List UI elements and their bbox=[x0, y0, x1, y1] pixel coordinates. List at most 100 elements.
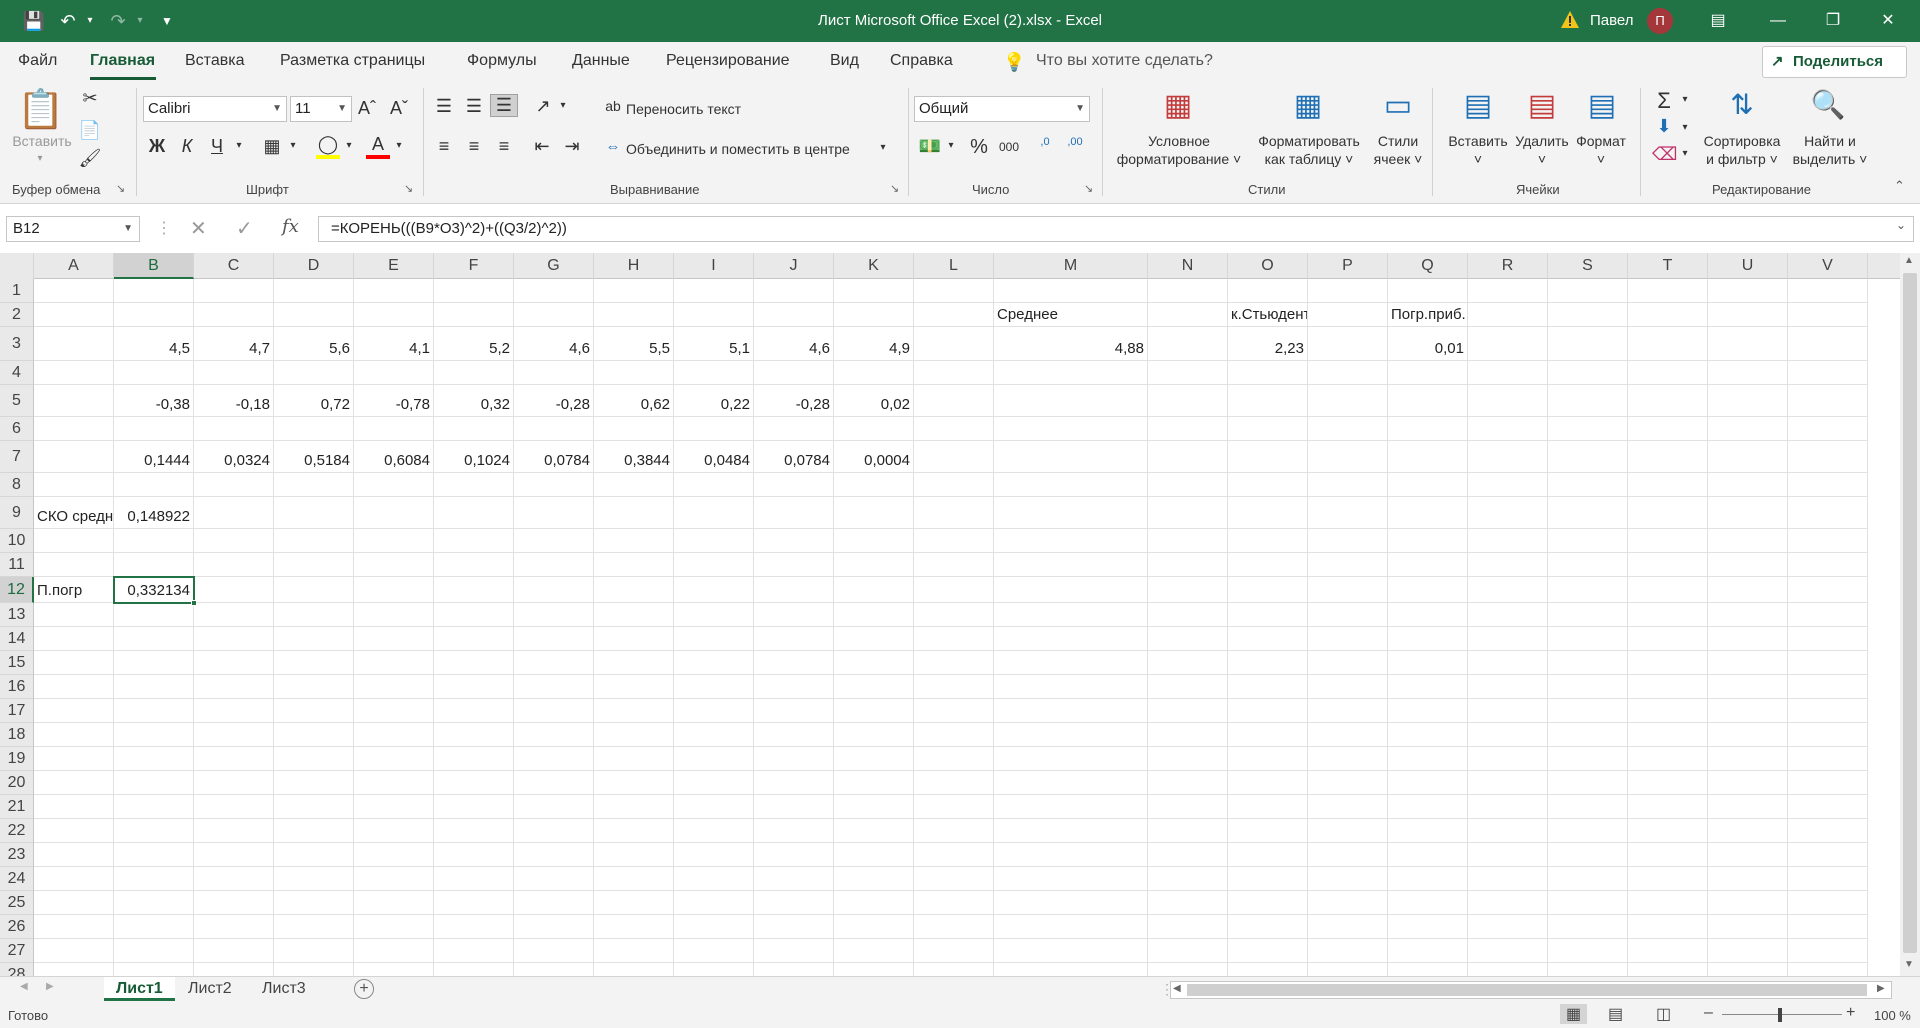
cell-J5[interactable]: -0,28 bbox=[754, 393, 833, 417]
share-button[interactable]: ↗ Поделиться bbox=[1762, 46, 1907, 78]
add-sheet-icon[interactable]: + bbox=[354, 979, 374, 999]
column-header[interactable]: N bbox=[1148, 253, 1228, 279]
scroll-left-icon[interactable]: ◀ bbox=[1173, 983, 1181, 994]
sheet-tab[interactable]: Лист2 bbox=[176, 977, 244, 1001]
number-format-combo[interactable]: Общий ▼ bbox=[914, 96, 1090, 122]
paste-icon[interactable]: 📋 bbox=[16, 88, 66, 132]
row-header[interactable]: 21 bbox=[0, 795, 34, 819]
wrap-text-icon[interactable]: ab bbox=[602, 98, 624, 114]
wrap-text-button[interactable]: Переносить текст bbox=[626, 100, 741, 118]
row-header[interactable]: 28 bbox=[0, 963, 34, 976]
cell-styles-icon[interactable]: ▭ bbox=[1378, 88, 1418, 123]
tab-view[interactable]: Вид bbox=[830, 52, 859, 70]
enter-icon[interactable]: ✓ bbox=[236, 216, 253, 241]
row-header[interactable]: 1 bbox=[0, 279, 34, 303]
cell-F7[interactable]: 0,1024 bbox=[434, 449, 513, 473]
row-header[interactable]: 10 bbox=[0, 529, 34, 553]
find-select-icon[interactable]: 🔍 bbox=[1808, 88, 1848, 121]
horizontal-scrollbar[interactable]: ◀ ▶ bbox=[1170, 981, 1892, 999]
row-header[interactable]: 19 bbox=[0, 747, 34, 771]
tab-review[interactable]: Рецензирование bbox=[666, 52, 790, 70]
sort-filter-button[interactable]: Сортировка и фильтр ˅ bbox=[1694, 132, 1790, 168]
fill-icon[interactable]: ⬇ bbox=[1652, 116, 1676, 137]
paste-label[interactable]: Вставить bbox=[8, 132, 76, 150]
percent-icon[interactable]: % bbox=[966, 136, 992, 159]
copy-icon[interactable]: 📄 bbox=[78, 120, 102, 141]
conditional-formatting-button[interactable]: Условное форматирование ˅ bbox=[1106, 132, 1252, 168]
cell-G3[interactable]: 4,6 bbox=[514, 337, 593, 361]
font-color-dropdown-icon[interactable]: ▾ bbox=[392, 140, 406, 151]
cell-C5[interactable]: -0,18 bbox=[194, 393, 273, 417]
zoom-slider-thumb[interactable] bbox=[1778, 1008, 1782, 1022]
name-box[interactable]: B12 ▼ bbox=[6, 216, 140, 242]
column-header[interactable]: E bbox=[354, 253, 434, 279]
cut-icon[interactable]: ✂ bbox=[78, 88, 102, 109]
row-header[interactable]: 15 bbox=[0, 651, 34, 675]
zoom-out-icon[interactable]: – bbox=[1704, 1004, 1713, 1022]
decrease-font-icon[interactable]: Aˇ bbox=[388, 98, 410, 119]
avatar[interactable]: П bbox=[1647, 8, 1673, 34]
cell-A9[interactable]: СКО средн bbox=[34, 505, 113, 529]
align-middle-icon[interactable]: ☰ bbox=[462, 96, 486, 117]
row-header[interactable]: 26 bbox=[0, 915, 34, 939]
align-bottom-icon[interactable]: ☰ bbox=[490, 94, 518, 117]
fill-color-dropdown-icon[interactable]: ▾ bbox=[342, 140, 356, 151]
sheet-tab[interactable]: Лист1 bbox=[104, 977, 175, 1001]
horizontal-scroll-thumb[interactable] bbox=[1187, 984, 1867, 996]
clear-icon[interactable]: ⌫ bbox=[1652, 144, 1677, 165]
row-header[interactable]: 16 bbox=[0, 675, 34, 699]
row-header[interactable]: 22 bbox=[0, 819, 34, 843]
column-header[interactable]: T bbox=[1628, 253, 1708, 279]
cell-K3[interactable]: 4,9 bbox=[834, 337, 913, 361]
column-header[interactable]: M bbox=[994, 253, 1148, 279]
align-left-icon[interactable]: ≡ bbox=[432, 136, 456, 157]
minimize-icon[interactable]: — bbox=[1755, 0, 1801, 42]
column-header[interactable]: U bbox=[1708, 253, 1788, 279]
merge-center-icon[interactable]: ⇔ bbox=[602, 138, 624, 155]
column-header[interactable]: L bbox=[914, 253, 994, 279]
row-header[interactable]: 23 bbox=[0, 843, 34, 867]
decrease-decimal-icon[interactable]: ,00 bbox=[1062, 136, 1088, 148]
decrease-indent-icon[interactable]: ⇤ bbox=[530, 136, 554, 157]
underline-dropdown-icon[interactable]: ▾ bbox=[232, 140, 246, 151]
autosum-icon[interactable]: Σ bbox=[1652, 88, 1676, 114]
row-header[interactable]: 7 bbox=[0, 441, 34, 473]
cell-Q2[interactable]: Погр.приб. bbox=[1388, 303, 1467, 327]
row-header[interactable]: 5 bbox=[0, 385, 34, 417]
cell-I7[interactable]: 0,0484 bbox=[674, 449, 753, 473]
column-header[interactable]: G bbox=[514, 253, 594, 279]
bold-button[interactable]: Ж bbox=[146, 136, 168, 157]
font-launcher-icon[interactable]: ↘ bbox=[404, 182, 413, 195]
cell-B9[interactable]: 0,148922 bbox=[114, 505, 193, 529]
align-top-icon[interactable]: ☰ bbox=[432, 96, 456, 117]
select-all-corner[interactable] bbox=[0, 253, 34, 279]
column-header[interactable]: P bbox=[1308, 253, 1388, 279]
page-layout-view-icon[interactable]: ▤ bbox=[1608, 1004, 1623, 1024]
format-as-table-button[interactable]: Форматировать как таблицу ˅ bbox=[1250, 132, 1368, 168]
font-size-combo[interactable]: 11 ▼ bbox=[290, 96, 352, 122]
next-sheet-icon[interactable]: ▶ bbox=[46, 981, 54, 992]
cell-C7[interactable]: 0,0324 bbox=[194, 449, 273, 473]
underline-button[interactable]: Ч bbox=[206, 136, 228, 157]
insert-function-icon[interactable]: fx bbox=[282, 216, 299, 237]
collapse-ribbon-icon[interactable]: ⌃ bbox=[1894, 178, 1905, 194]
conditional-formatting-icon[interactable]: ▦ bbox=[1158, 88, 1198, 123]
row-header[interactable]: 6 bbox=[0, 417, 34, 441]
clipboard-launcher-icon[interactable]: ↘ bbox=[116, 182, 125, 195]
insert-cells-button[interactable]: Вставить ˅ bbox=[1442, 132, 1514, 168]
tab-file[interactable]: Файл bbox=[18, 52, 57, 70]
font-color-icon[interactable]: A bbox=[366, 134, 390, 159]
zoom-level[interactable]: 100 % bbox=[1874, 1008, 1911, 1023]
cell-A12[interactable]: П.погр bbox=[34, 579, 113, 603]
scroll-up-icon[interactable]: ▲ bbox=[1904, 255, 1914, 266]
row-header[interactable]: 17 bbox=[0, 699, 34, 723]
tab-insert[interactable]: Вставка bbox=[185, 52, 244, 70]
cell-G5[interactable]: -0,28 bbox=[514, 393, 593, 417]
cell-D5[interactable]: 0,72 bbox=[274, 393, 353, 417]
cell-O3[interactable]: 2,23 bbox=[1228, 337, 1307, 361]
format-cells-button[interactable]: Формат ˅ bbox=[1570, 132, 1632, 168]
cell-B7[interactable]: 0,1444 bbox=[114, 449, 193, 473]
cell-I3[interactable]: 5,1 bbox=[674, 337, 753, 361]
row-header[interactable]: 2 bbox=[0, 303, 34, 327]
alignment-launcher-icon[interactable]: ↘ bbox=[890, 182, 899, 195]
